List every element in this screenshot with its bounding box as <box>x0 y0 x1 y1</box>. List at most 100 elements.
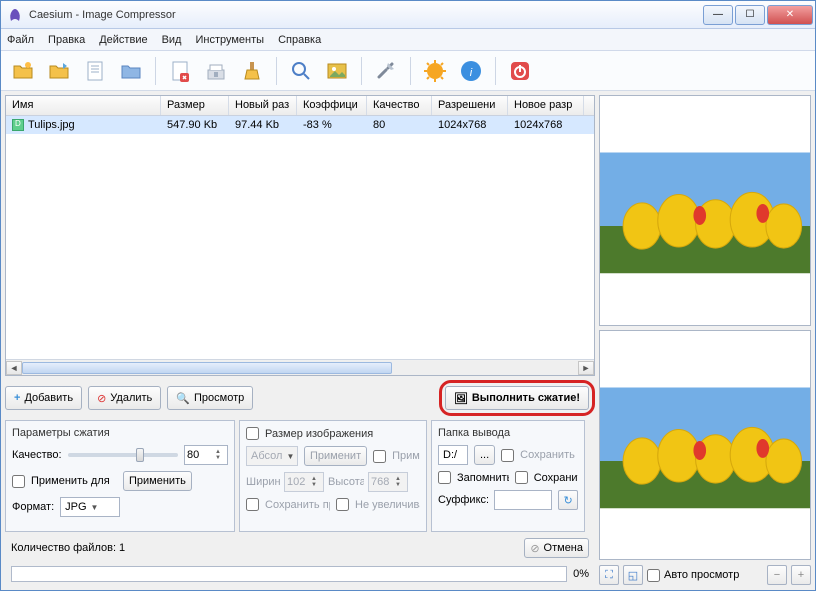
menu-action[interactable]: Действие <box>99 34 147 46</box>
remove-button[interactable]: ⊘Удалить <box>88 386 161 410</box>
folder-icon[interactable] <box>115 55 147 87</box>
info-icon[interactable]: i <box>455 55 487 87</box>
auto-preview-label: Авто просмотр <box>664 569 763 581</box>
quality-slider[interactable] <box>68 453 178 457</box>
format-select[interactable]: JPG▼ <box>60 497 120 517</box>
no-enlarge-checkbox[interactable] <box>336 498 349 511</box>
maximize-button[interactable]: ☐ <box>735 5 765 25</box>
remember-checkbox[interactable] <box>438 471 451 484</box>
titlebar: Caesium - Image Compressor — ☐ ✕ <box>1 1 815 29</box>
fit-width-icon[interactable]: ⛶ <box>599 565 619 585</box>
apply-all-checkbox[interactable] <box>12 475 25 488</box>
magnifier-icon: 🔍 <box>176 392 190 405</box>
quality-label: Качество: <box>12 449 62 461</box>
menubar: Файл Правка Действие Вид Инструменты Спр… <box>1 29 815 51</box>
menu-help[interactable]: Справка <box>278 34 321 46</box>
horizontal-scrollbar[interactable]: ◄ ► <box>6 359 594 375</box>
file-list: Имя Размер Новый раз Коэффици Качество Р… <box>5 95 595 376</box>
cell-size: 547.90 Kb <box>161 118 229 132</box>
cell-newsize: 97.44 Kb <box>229 118 297 132</box>
browse-button[interactable]: ... <box>474 445 495 465</box>
output-title: Папка вывода <box>438 427 578 439</box>
zoom-out-icon[interactable]: − <box>767 565 787 585</box>
resize-apply-checkbox[interactable] <box>373 450 386 463</box>
menu-file[interactable]: Файл <box>7 34 34 46</box>
cell-newres: 1024x768 <box>508 118 584 132</box>
remove-icon[interactable] <box>164 55 196 87</box>
keep-struct-checkbox[interactable] <box>501 449 514 462</box>
compression-title: Параметры сжатия <box>12 427 228 439</box>
app-window: Caesium - Image Compressor — ☐ ✕ Файл Пр… <box>0 0 816 591</box>
app-icon <box>7 7 23 23</box>
fit-window-icon[interactable]: ◱ <box>623 565 643 585</box>
suffix-label: Суффикс: <box>438 494 488 506</box>
height-spinner[interactable]: 768▲▼ <box>368 472 408 492</box>
zoom-icon[interactable] <box>285 55 317 87</box>
col-newsize[interactable]: Новый раз <box>229 96 297 115</box>
suffix-reset-button[interactable]: ↻ <box>558 490 578 510</box>
zoom-in-icon[interactable]: + <box>791 565 811 585</box>
col-res[interactable]: Разрешени <box>432 96 508 115</box>
add-button[interactable]: +Добавить <box>5 386 82 410</box>
quality-spinner[interactable]: 80▲▼ <box>184 445 228 465</box>
progress-bar <box>11 566 567 582</box>
preview-controls: ⛶ ◱ Авто просмотр − + <box>599 564 811 586</box>
settings-icon[interactable] <box>370 55 402 87</box>
cancel-button[interactable]: ⊘Отмена <box>524 538 589 558</box>
minimize-button[interactable]: — <box>703 5 733 25</box>
file-count-label: Количество файлов: 1 <box>11 542 125 554</box>
menu-tools[interactable]: Инструменты <box>195 34 264 46</box>
col-newres[interactable]: Новое разр <box>508 96 584 115</box>
col-name[interactable]: Имя <box>6 96 161 115</box>
resize-checkbox[interactable] <box>246 427 259 440</box>
file-type-icon <box>12 119 24 131</box>
resize-mode-select[interactable]: Абсол▼ <box>246 446 298 466</box>
col-ratio[interactable]: Коэффици <box>297 96 367 115</box>
forbidden-icon: ⊘ <box>97 392 106 405</box>
close-button[interactable]: ✕ <box>767 5 813 25</box>
save-in-checkbox[interactable] <box>515 471 528 484</box>
image-icon: 🖼 <box>454 392 468 405</box>
apply-all-label: Применить для <box>31 475 117 487</box>
output-path-input[interactable] <box>438 445 468 465</box>
keep-ratio-checkbox[interactable] <box>246 498 259 511</box>
toolbar: i <box>1 51 815 91</box>
menu-edit[interactable]: Правка <box>48 34 85 46</box>
compression-panel: Параметры сжатия Качество: 80▲▼ Применит… <box>5 420 235 532</box>
save-list-icon[interactable] <box>200 55 232 87</box>
picture-icon[interactable] <box>321 55 353 87</box>
open-file-icon[interactable] <box>7 55 39 87</box>
cell-name: Tulips.jpg <box>28 119 75 131</box>
compress-button[interactable]: 🖼Выполнить сжатие! <box>445 386 589 410</box>
format-label: Формат: <box>12 501 54 513</box>
exit-icon[interactable] <box>504 55 536 87</box>
open-folder-icon[interactable] <box>43 55 75 87</box>
col-size[interactable]: Размер <box>161 96 229 115</box>
update-icon[interactable] <box>419 55 451 87</box>
width-spinner[interactable]: 102▲▼ <box>284 472 324 492</box>
forbidden-icon: ⊘ <box>530 542 539 555</box>
output-panel: Папка вывода ... Сохранить стр Запомнить… <box>431 420 585 532</box>
progress-percent: 0% <box>573 568 589 580</box>
col-quality[interactable]: Качество <box>367 96 432 115</box>
apply-button[interactable]: Применить <box>123 471 192 491</box>
window-title: Caesium - Image Compressor <box>29 9 703 21</box>
clear-icon[interactable] <box>236 55 268 87</box>
cell-res: 1024x768 <box>432 118 508 132</box>
menu-view[interactable]: Вид <box>162 34 182 46</box>
plus-icon: + <box>14 392 20 404</box>
preview-button[interactable]: 🔍Просмотр <box>167 386 253 410</box>
resize-panel: Размер изображения Абсол▼ Применит Приме… <box>239 420 427 532</box>
open-list-icon[interactable] <box>79 55 111 87</box>
suffix-input[interactable] <box>494 490 552 510</box>
table-row[interactable]: Tulips.jpg 547.90 Kb 97.44 Kb -83 % 80 1… <box>6 116 594 134</box>
resize-title: Размер изображения <box>265 428 373 440</box>
cell-ratio: -83 % <box>297 118 367 132</box>
list-header: Имя Размер Новый раз Коэффици Качество Р… <box>6 96 594 116</box>
auto-preview-checkbox[interactable] <box>647 569 660 582</box>
resize-apply-button[interactable]: Применит <box>304 446 367 466</box>
width-label: Ширин <box>246 476 280 488</box>
compress-highlight: 🖼Выполнить сжатие! <box>439 380 595 416</box>
preview-compressed <box>599 330 811 561</box>
cell-quality: 80 <box>367 118 432 132</box>
